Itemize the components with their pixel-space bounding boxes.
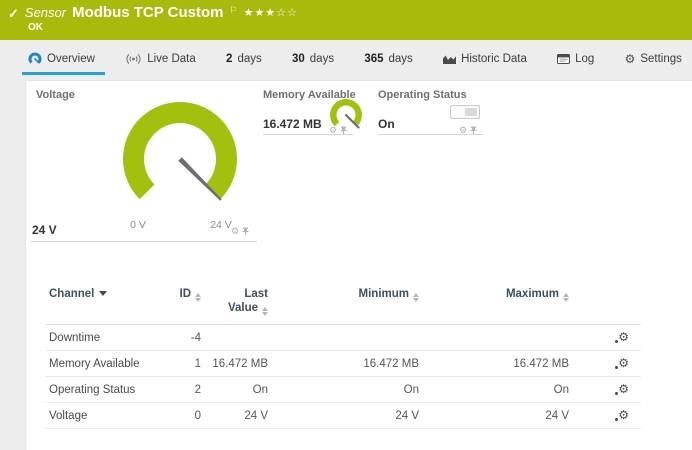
sort-arrows-icon	[413, 293, 419, 302]
tab-overview-label: Overview	[47, 53, 95, 65]
voltage-gauge-title: Voltage	[36, 89, 75, 101]
channel-last-value-cell: 24 V	[201, 403, 268, 429]
operating-status-switch	[450, 105, 480, 119]
column-header-id[interactable]: ID	[156, 281, 201, 325]
channel-minimum-cell	[268, 325, 419, 351]
priority-flag-icon[interactable]: ⚐	[230, 5, 238, 16]
channel-maximum-cell: 24 V	[419, 403, 569, 429]
channel-id-cell: 2	[156, 377, 201, 403]
tab-settings-label: Settings	[640, 53, 682, 65]
gear-icon: ⚙	[625, 53, 636, 65]
channel-id-cell: 0	[156, 403, 201, 429]
channel-minimum-cell: On	[268, 377, 419, 403]
channel-maximum-cell: 16.472 MB	[419, 351, 569, 377]
channel-table-header-row: Channel ID Last Value Minimum Maximum	[46, 281, 641, 325]
status-ok-check-icon: ✓	[8, 6, 19, 22]
voltage-gauge-actions[interactable]: ⚙	[231, 227, 249, 236]
tab-2-days[interactable]: 2 days	[226, 40, 262, 78]
channel-name-cell[interactable]: Operating Status	[46, 377, 156, 403]
channel-settings-gear-icon[interactable]: ⚙	[618, 357, 629, 369]
operating-status-title: Operating Status	[378, 89, 467, 101]
channel-settings-cell: ⚙	[569, 377, 641, 403]
pin-icon[interactable]	[242, 227, 249, 236]
voltage-gauge	[115, 99, 245, 217]
sensor-page: ✓ Sensor Modbus TCP Custom ⚐ ★★★☆☆ OK Ov…	[0, 0, 692, 450]
channel-row: Voltage 0 24 V 24 V 24 V ⚙	[46, 403, 641, 429]
channel-settings-gear-icon[interactable]: ⚙	[618, 383, 629, 395]
tab-log-label: Log	[575, 53, 594, 65]
tab-historic-data-label: Historic Data	[461, 53, 527, 65]
channel-last-value-cell: 16.472 MB	[201, 351, 268, 377]
channel-settings-gear-icon[interactable]: ⚙	[618, 331, 629, 343]
tab-settings[interactable]: ⚙ Settings	[625, 40, 682, 78]
channel-minimum-cell: 24 V	[268, 403, 419, 429]
operating-status-value: On	[378, 117, 395, 131]
tab-live-data-label: Live Data	[147, 53, 196, 65]
memory-tile-divider	[263, 134, 353, 135]
gauge-icon	[28, 52, 42, 66]
tab-30-days[interactable]: 30 days	[292, 40, 334, 78]
channel-id-cell: 1	[156, 351, 201, 377]
sort-arrows-icon	[262, 307, 268, 316]
column-header-maximum[interactable]: Maximum	[419, 281, 569, 325]
channel-last-value-cell	[201, 325, 268, 351]
column-header-channel[interactable]: Channel	[46, 281, 156, 325]
sort-caret-icon	[99, 291, 107, 296]
tab-365-days-number: 365	[364, 53, 383, 65]
sort-arrows-icon	[563, 293, 569, 302]
voltage-scale-min: 0 V	[130, 219, 146, 231]
tab-live-data[interactable]: Live Data	[125, 40, 196, 78]
channel-settings-gear-icon[interactable]: ⚙	[618, 409, 629, 421]
tab-historic-data[interactable]: Historic Data	[443, 40, 527, 78]
tab-overview[interactable]: Overview	[28, 40, 95, 78]
priority-stars[interactable]: ★★★☆☆	[244, 6, 298, 19]
channel-row: Memory Available 1 16.472 MB 16.472 MB 1…	[46, 351, 641, 377]
column-header-actions	[569, 281, 641, 325]
channel-table: Channel ID Last Value Minimum Maximum	[46, 281, 641, 429]
channel-name-cell[interactable]: Voltage	[46, 403, 156, 429]
channel-maximum-cell: On	[419, 377, 569, 403]
channel-settings-cell: ⚙	[569, 325, 641, 351]
area-chart-icon	[443, 54, 456, 65]
sensor-title: Modbus TCP Custom	[72, 4, 223, 21]
channel-table-body: Downtime -4 ⚙ Memory Available 1 16.472 …	[46, 325, 641, 429]
tab-365-days-unit: days	[389, 53, 413, 65]
voltage-value: 24 V	[32, 223, 57, 237]
tab-bar: Overview Live Data 2 days 30 days 365	[0, 40, 692, 78]
voltage-scale-max: 24 V	[210, 219, 232, 231]
gear-icon[interactable]: ⚙	[231, 227, 239, 236]
channel-maximum-cell	[419, 325, 569, 351]
log-list-icon	[557, 54, 570, 64]
tab-log[interactable]: Log	[557, 40, 594, 78]
channel-last-value-cell: On	[201, 377, 268, 403]
live-broadcast-icon	[125, 53, 142, 65]
status-badge: OK	[28, 22, 43, 33]
sensor-kind-label: Sensor	[25, 5, 66, 20]
column-header-last-value[interactable]: Last Value	[201, 281, 268, 325]
sort-arrows-icon	[195, 293, 201, 302]
operating-tile-divider	[378, 134, 483, 135]
channel-name-cell[interactable]: Downtime	[46, 325, 156, 351]
tab-2-days-unit: days	[237, 53, 261, 65]
memory-value: 16.472 MB	[263, 117, 322, 131]
tab-30-days-unit: days	[310, 53, 334, 65]
channel-id-cell: -4	[156, 325, 201, 351]
tab-2-days-number: 2	[226, 53, 232, 65]
tab-30-days-number: 30	[292, 53, 305, 65]
overview-panel: Voltage 0 V 24 V 24 V ⚙ Memory Available…	[25, 80, 692, 450]
switch-knob	[465, 108, 477, 116]
channel-minimum-cell: 16.472 MB	[268, 351, 419, 377]
channel-settings-cell: ⚙	[569, 403, 641, 429]
channel-name-cell[interactable]: Memory Available	[46, 351, 156, 377]
tab-365-days[interactable]: 365 days	[364, 40, 412, 78]
channel-row: Operating Status 2 On On On ⚙	[46, 377, 641, 403]
column-header-minimum[interactable]: Minimum	[268, 281, 419, 325]
channel-row: Downtime -4 ⚙	[46, 325, 641, 351]
voltage-tile-divider	[31, 241, 257, 242]
sensor-header: ✓ Sensor Modbus TCP Custom ⚐ ★★★☆☆ OK	[0, 0, 692, 40]
channel-settings-cell: ⚙	[569, 351, 641, 377]
